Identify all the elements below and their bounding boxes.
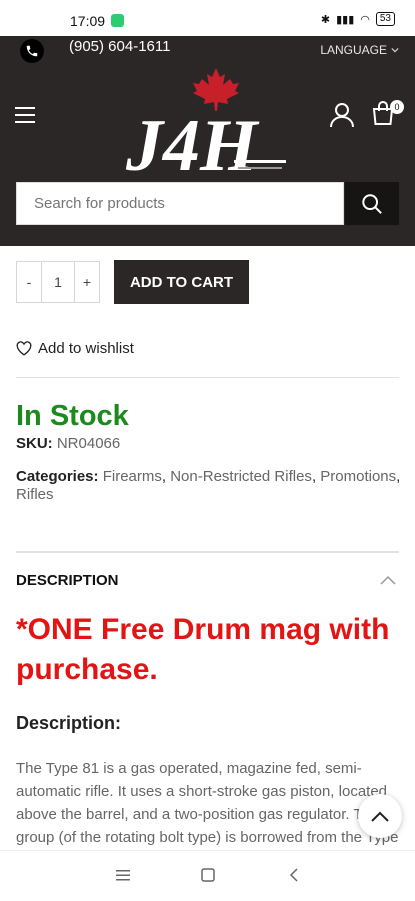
wishlist-label: Add to wishlist — [38, 340, 134, 357]
quantity-stepper: - 1 + — [16, 261, 100, 303]
menu-icon[interactable] — [15, 107, 35, 128]
sku-value: NR04066 — [56, 435, 121, 452]
description-tab[interactable]: DESCRIPTION — [16, 572, 119, 589]
qty-decrease-button[interactable]: - — [17, 262, 41, 302]
phone-icon[interactable] — [20, 39, 44, 63]
language-label: LANGUAGE — [320, 43, 387, 57]
categories-line: Categories: Firearms, Non-Restricted Rif… — [16, 468, 401, 503]
status-icons: ✱ ▮▮▮ ◠ 53 — [321, 12, 395, 26]
battery-icon: 53 — [375, 12, 395, 26]
status-time: 17:09 — [70, 13, 106, 29]
heart-icon — [16, 341, 32, 356]
category-link-firearms[interactable]: Firearms — [103, 468, 162, 485]
category-link-non-restricted-rifles[interactable]: Non-Restricted Rifles — [170, 468, 312, 485]
svg-text:J4H: J4H — [125, 105, 260, 187]
chevron-up-icon — [371, 811, 389, 822]
site-header: (905) 604-1611 LANGUAGE J4H 0 — [0, 36, 415, 246]
qty-input[interactable]: 1 — [41, 262, 75, 302]
signal-icon: ▮▮▮ — [336, 13, 355, 26]
categories-label: Categories: — [16, 468, 99, 485]
phone-number-link[interactable]: (905) 604-1611 — [69, 38, 170, 55]
chevron-down-icon — [391, 47, 399, 53]
search-button[interactable] — [345, 182, 399, 225]
divider — [16, 377, 399, 378]
sku-label: SKU: — [16, 435, 53, 452]
whatsapp-notification-icon — [111, 14, 124, 27]
category-link-rifles[interactable]: Rifles — [16, 486, 54, 503]
wifi-icon: ◠ — [360, 13, 370, 26]
add-to-cart-button[interactable]: ADD TO CART — [114, 260, 249, 304]
status-bar: 17:09 ✱ ▮▮▮ ◠ 53 — [0, 0, 415, 36]
description-body: The Type 81 is a gas operated, magazine … — [16, 760, 399, 846]
stock-status: In Stock — [16, 400, 129, 432]
description-heading: Description: — [16, 713, 122, 733]
category-link-promotions[interactable]: Promotions — [320, 468, 396, 485]
back-icon[interactable] — [289, 868, 299, 882]
recent-apps-icon[interactable] — [116, 869, 130, 881]
site-logo[interactable]: J4H — [116, 68, 296, 194]
promo-text: *ONE Free Drum mag with purchase. — [16, 613, 390, 686]
bluetooth-icon: ✱ — [320, 13, 331, 26]
divider — [16, 551, 399, 553]
search-icon — [362, 193, 382, 214]
add-to-wishlist-link[interactable]: Add to wishlist — [16, 340, 134, 357]
home-icon[interactable] — [201, 868, 215, 882]
search-input[interactable] — [17, 183, 343, 224]
scroll-to-top-button[interactable] — [358, 794, 402, 838]
user-account-icon[interactable] — [330, 102, 354, 128]
qty-increase-button[interactable]: + — [75, 262, 99, 302]
language-selector[interactable]: LANGUAGE — [320, 43, 399, 57]
cart-count-badge: 0 — [390, 100, 404, 114]
system-nav-bar — [0, 850, 415, 901]
search-field[interactable] — [16, 182, 344, 225]
sku-line: SKU: NR04066 — [16, 435, 120, 452]
chevron-up-icon[interactable] — [380, 575, 396, 585]
